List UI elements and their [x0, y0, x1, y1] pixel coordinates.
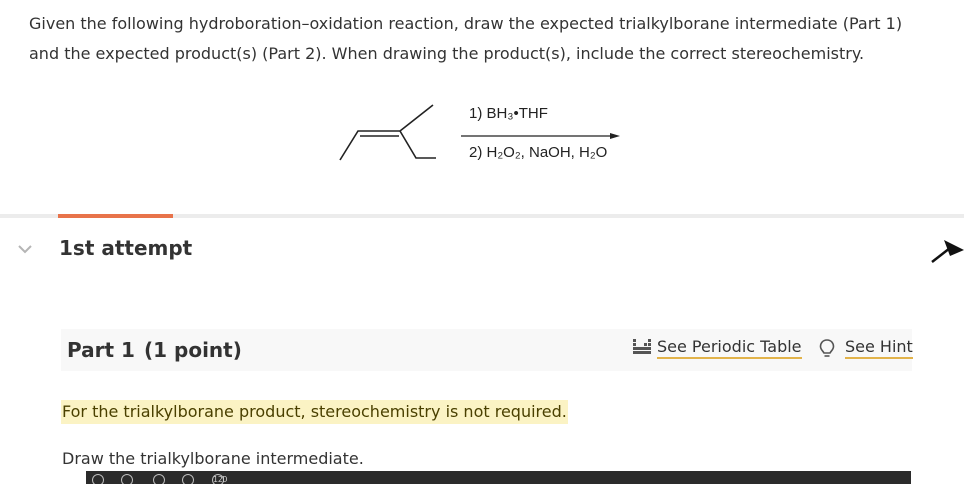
part-title: Part 1	[67, 338, 135, 362]
arrow-head	[610, 133, 620, 139]
collapse-arrow-icon[interactable]	[928, 236, 964, 266]
chevron-down-icon[interactable]	[16, 240, 34, 258]
clear-icon[interactable]	[182, 474, 194, 484]
reagent-step-1: 1) BH₃•THF	[469, 105, 548, 122]
attempt-label[interactable]: 1st attempt	[59, 236, 192, 260]
question-text: Given the following hydroboration–oxidat…	[29, 14, 903, 63]
page: Given the following hydroboration–oxidat…	[0, 0, 964, 484]
redo-icon[interactable]	[153, 474, 165, 484]
periodic-table-link-label[interactable]: See Periodic Table	[657, 337, 802, 359]
stereochemistry-note: For the trialkylborane product, stereoch…	[61, 400, 568, 424]
reagent-step-2: 2) H₂O₂, NaOH, H₂O	[469, 144, 608, 161]
drawing-instruction: Draw the trialkylborane intermediate.	[62, 449, 364, 468]
lightbulb-icon	[819, 339, 835, 357]
part-header: Part 1 (1 point) See Periodic Table See …	[61, 329, 913, 371]
periodic-table-icon	[633, 339, 651, 354]
attempt-tab-indicator	[58, 214, 173, 218]
refresh-icon[interactable]	[92, 474, 104, 484]
reaction-scheme: 1) BH₃•THF 2) H₂O₂, NaOH, H₂O	[330, 96, 630, 176]
part-points: (1 point)	[144, 338, 242, 362]
hint-link-label[interactable]: See Hint	[845, 337, 913, 359]
undo-icon[interactable]	[121, 474, 133, 484]
toolbar-label[interactable]: 12D	[212, 474, 227, 484]
drawing-editor-toolbar: 12D	[86, 471, 911, 484]
